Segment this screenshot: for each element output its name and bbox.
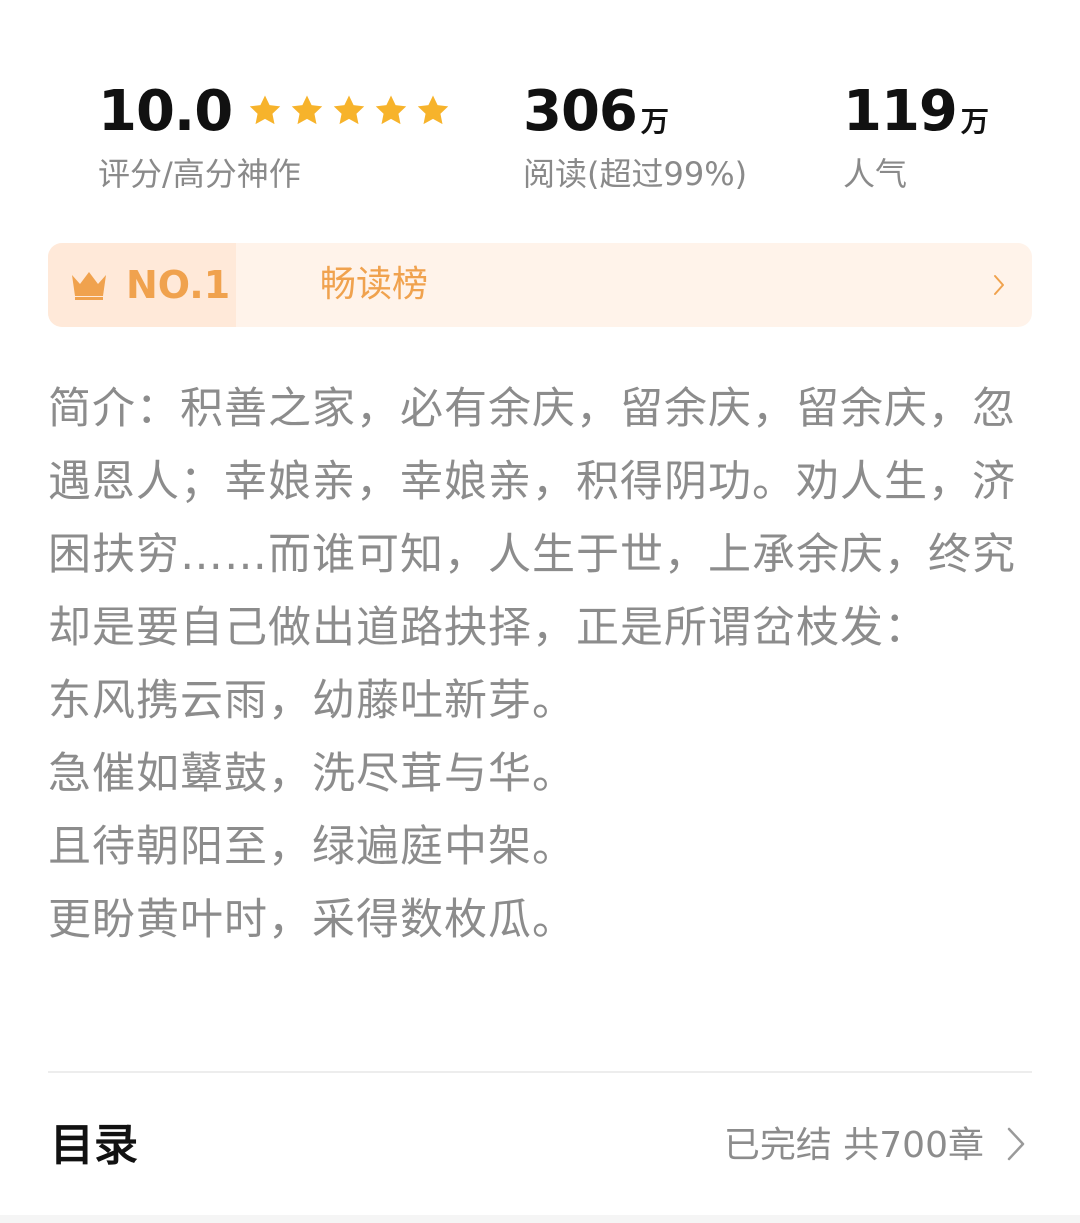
book-detail-page: 10.0 评分/高分神作 306 万 阅读(超过99%) 119 万 人气 NO… <box>0 0 1080 1223</box>
popularity-value: 119 <box>843 79 958 144</box>
crown-icon <box>70 269 108 301</box>
chevron-right-icon <box>992 273 1006 297</box>
rating-stat: 10.0 评分/高分神作 <box>98 80 456 194</box>
intro-line: 且待朝阳至，绿遍庭中架。 <box>48 822 576 872</box>
rank-number: NO.1 <box>126 263 231 307</box>
rating-stars <box>246 92 456 130</box>
reads-label: 阅读(超过99%) <box>523 155 748 193</box>
table-of-contents-row[interactable]: 目录 已完结 共700章 <box>48 1110 1032 1182</box>
intro-line: 更盼黄叶时，采得数枚瓜。 <box>48 895 576 945</box>
toc-title: 目录 <box>50 1120 138 1171</box>
bottom-separator <box>0 1215 1080 1223</box>
intro-line: 东风携云雨，幼藤吐新芽。 <box>48 676 576 726</box>
divider <box>48 1071 1032 1073</box>
popularity-unit: 万 <box>960 105 989 138</box>
star-icon <box>330 92 368 130</box>
rank-list-name: 畅读榜 <box>320 264 429 305</box>
toc-status: 已完结 共700章 <box>723 1125 984 1166</box>
intro-line: 急催如鼙鼓，洗尽茸与华。 <box>48 749 576 799</box>
popularity-label: 人气 <box>843 155 908 193</box>
popularity-stat: 119 万 人气 <box>843 80 989 194</box>
reads-value: 306 <box>523 79 638 144</box>
star-icon <box>246 92 284 130</box>
reads-unit: 万 <box>640 105 669 138</box>
intro-paragraph: 简介：积善之家，必有余庆，留余庆，留余庆，忽遇恩人；幸娘亲，幸娘亲，积得阴功。劝… <box>48 384 1016 653</box>
star-icon <box>372 92 410 130</box>
rating-value: 10.0 <box>98 79 233 144</box>
reads-stat: 306 万 阅读(超过99%) <box>523 80 747 194</box>
rating-label: 评分/高分神作 <box>98 155 301 193</box>
rank-banner[interactable]: NO.1 畅读榜 <box>48 243 1032 327</box>
book-intro: 简介：积善之家，必有余庆，留余庆，留余庆，忽遇恩人；幸娘亲，幸娘亲，积得阴功。劝… <box>48 373 1032 957</box>
stats-row: 10.0 评分/高分神作 306 万 阅读(超过99%) 119 万 人气 <box>0 80 1080 200</box>
chevron-right-icon <box>1006 1126 1026 1162</box>
star-icon <box>414 92 452 130</box>
star-icon <box>288 92 326 130</box>
rank-badge: NO.1 <box>48 243 236 327</box>
